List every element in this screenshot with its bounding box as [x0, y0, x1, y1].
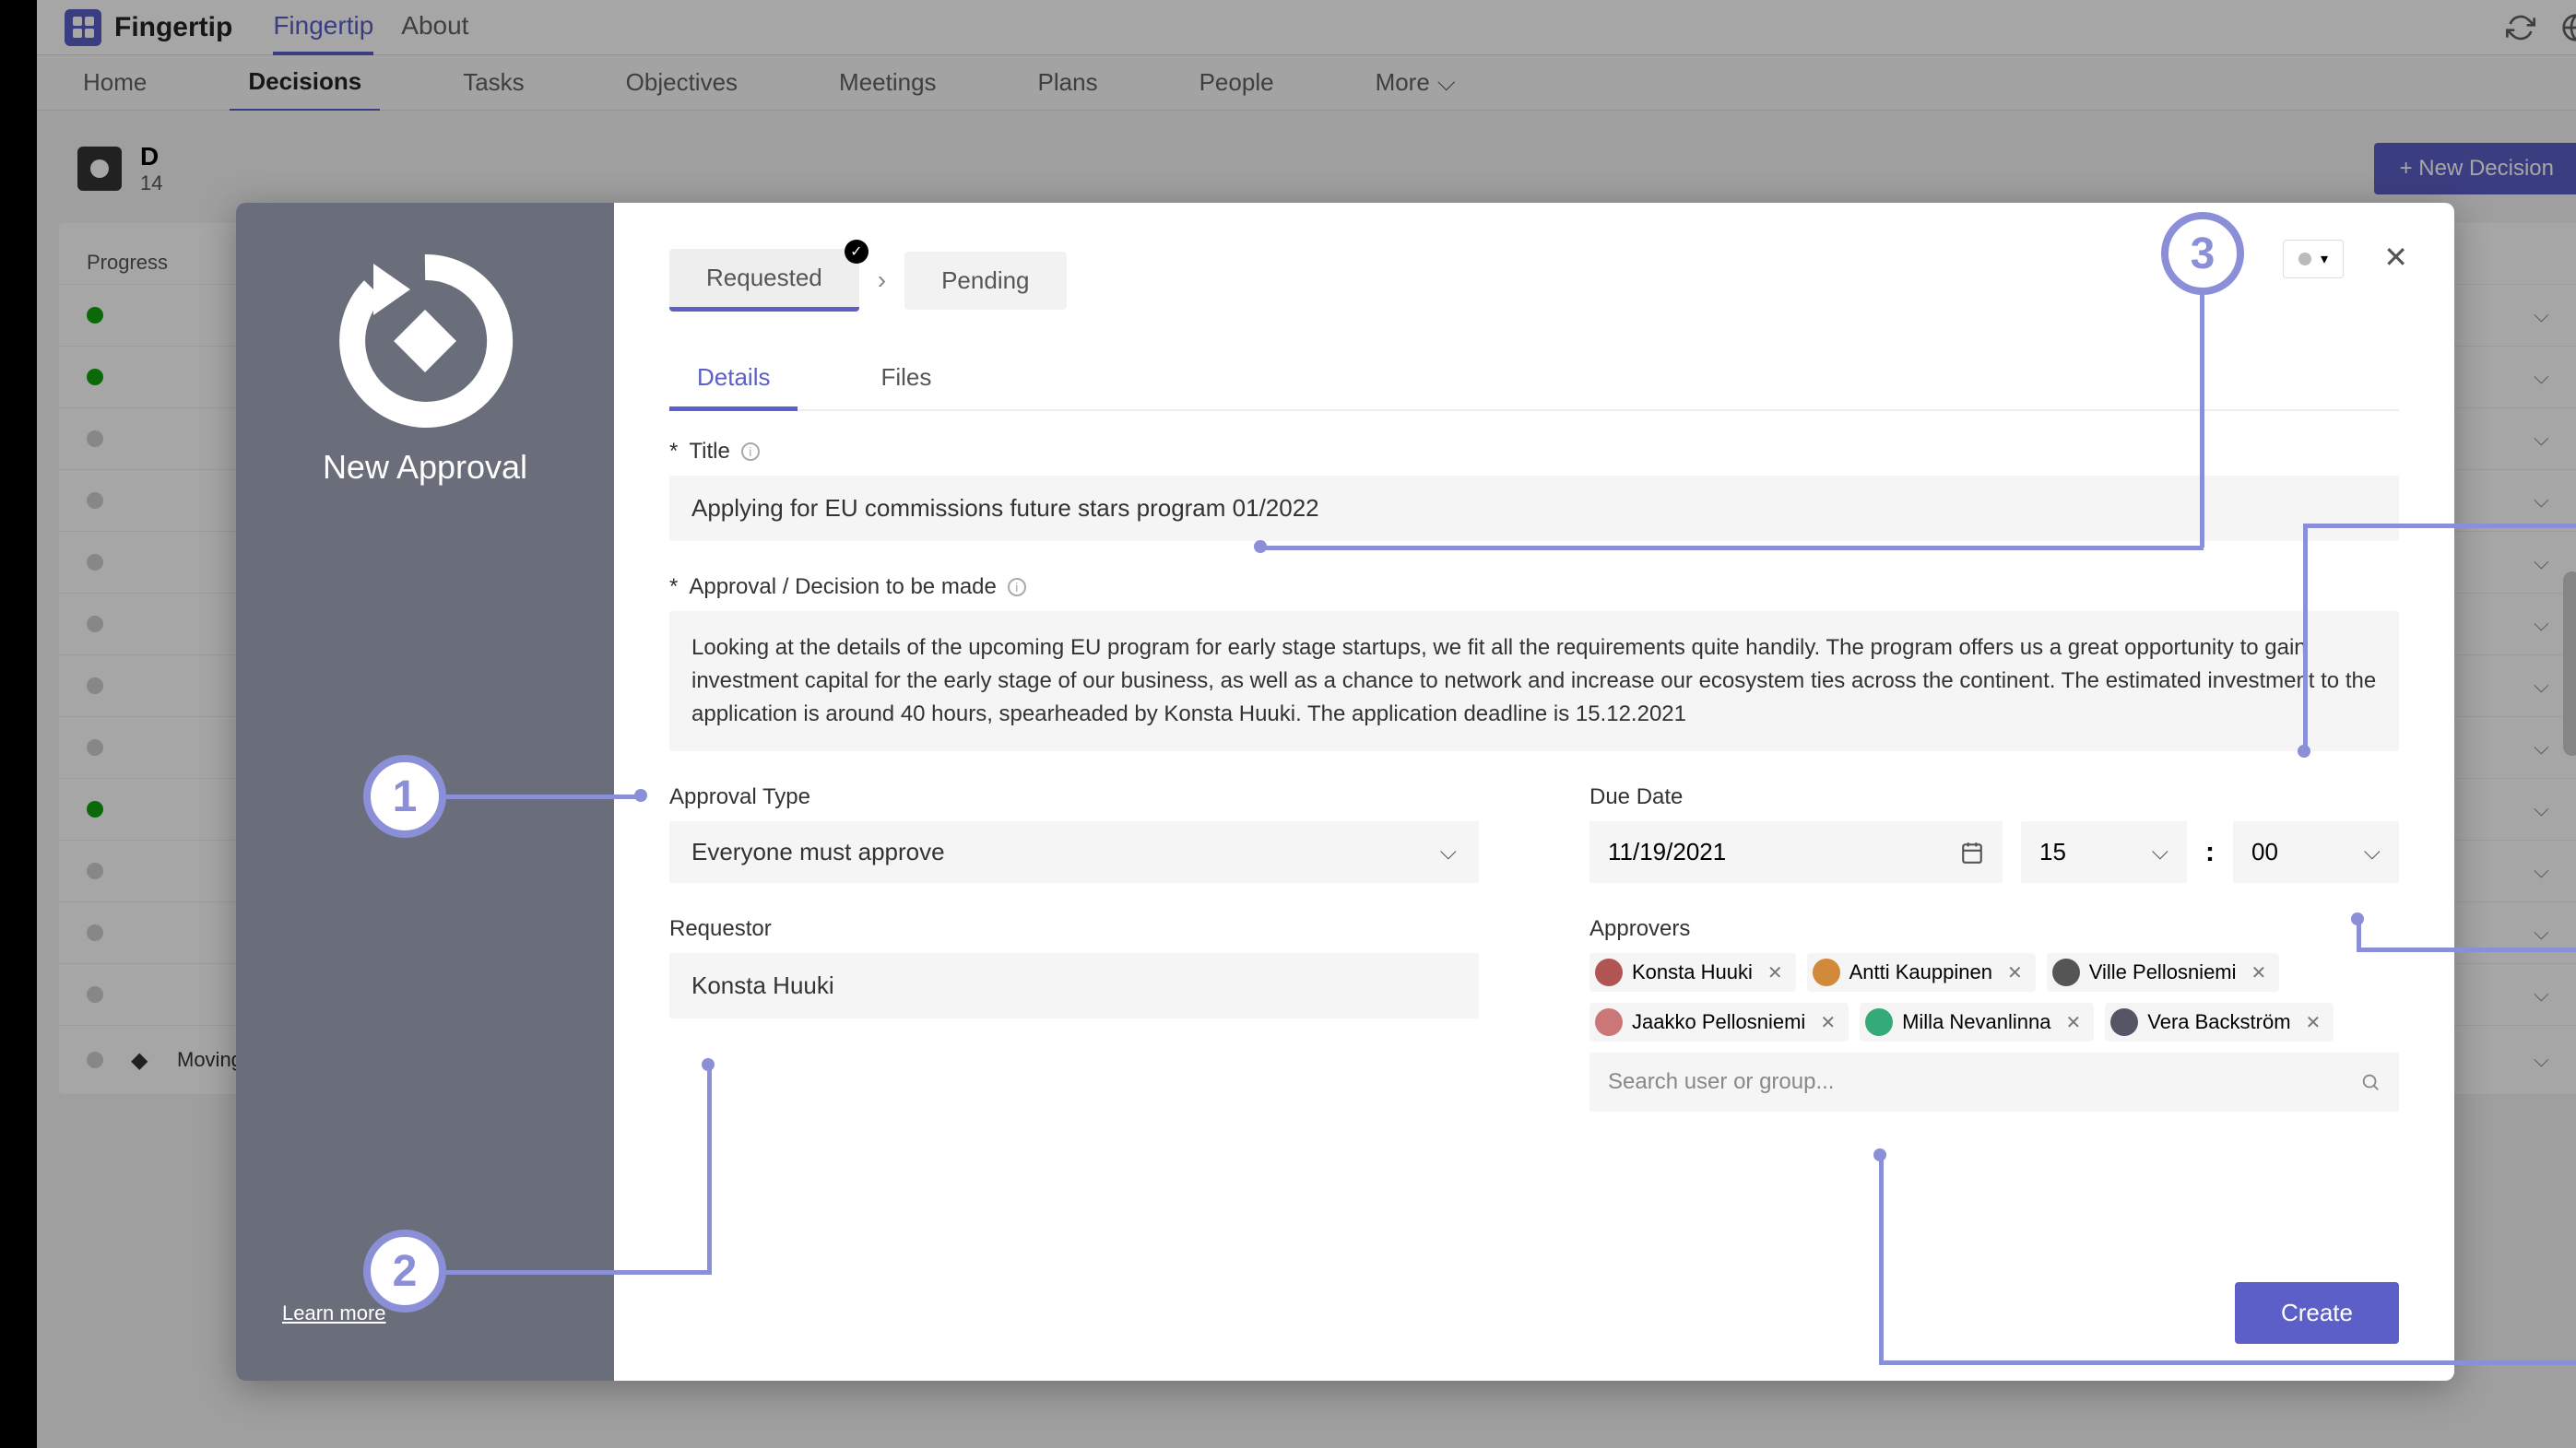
close-icon[interactable]: ✕ — [2383, 240, 2408, 275]
callout-3: 3 — [2161, 212, 2244, 295]
title-input[interactable] — [669, 476, 2399, 541]
description-textarea[interactable]: Looking at the details of the upcoming E… — [669, 611, 2399, 751]
approver-chip: Vera Backström ✕ — [2105, 1003, 2334, 1042]
approver-name: Milla Nevanlinna — [1902, 1010, 2050, 1034]
approver-chip: Antti Kauppinen ✕ — [1807, 953, 2036, 992]
approval-type-value: Everyone must approve — [691, 838, 945, 866]
approver-chip: Jaakko Pellosniemi ✕ — [1589, 1003, 1849, 1042]
search-icon — [2360, 1072, 2381, 1092]
label-title: Title — [689, 439, 729, 465]
avatar — [1595, 959, 1623, 986]
approver-name: Konsta Huuki — [1632, 960, 1753, 984]
learn-more-link[interactable]: Learn more — [282, 1301, 386, 1325]
label-approvers: Approvers — [1589, 916, 1690, 942]
status-indicator-icon — [2298, 253, 2311, 265]
time-colon: : — [2205, 837, 2215, 868]
approver-name: Ville Pellosniemi — [2089, 960, 2237, 984]
approver-chip: Milla Nevanlinna ✕ — [1860, 1003, 2094, 1042]
remove-approver-icon[interactable]: ✕ — [1820, 1011, 1836, 1034]
requestor-input[interactable] — [669, 953, 1479, 1018]
label-approval-type: Approval Type — [669, 784, 810, 810]
remove-approver-icon[interactable]: ✕ — [2251, 961, 2267, 984]
check-icon: ✓ — [845, 240, 869, 264]
approver-name: Jaakko Pellosniemi — [1632, 1010, 1805, 1034]
stage-pending[interactable]: Pending — [904, 252, 1066, 310]
avatar — [1813, 959, 1840, 986]
detail-tabs: Details Files — [669, 348, 2399, 411]
tab-files[interactable]: Files — [853, 348, 959, 409]
callout-1: 1 — [363, 755, 446, 838]
approver-name: Antti Kauppinen — [1849, 960, 1992, 984]
remove-approver-icon[interactable]: ✕ — [1767, 961, 1783, 984]
chevron-down-icon: ⌵ — [2364, 840, 2381, 865]
chevron-right-icon: › — [869, 265, 895, 295]
remove-approver-icon[interactable]: ✕ — [2066, 1011, 2082, 1034]
avatar — [2052, 959, 2080, 986]
modal-body: ✕ ▾ Requested ✓ › Pending Details Files — [614, 203, 2454, 1381]
label-description: Approval / Decision to be made — [689, 574, 997, 600]
due-hour-select[interactable]: 15 ⌵ — [2021, 821, 2187, 883]
due-min-select[interactable]: 00 ⌵ — [2233, 821, 2399, 883]
label-requestor: Requestor — [669, 916, 772, 942]
remove-approver-icon[interactable]: ✕ — [2306, 1011, 2322, 1034]
approvers-chips: Konsta Huuki ✕ Antti Kauppinen ✕ Ville P… — [1589, 953, 2399, 1042]
approval-icon — [333, 249, 517, 433]
stage-pending-label: Pending — [941, 266, 1029, 294]
tab-details[interactable]: Details — [669, 348, 798, 411]
approver-chip: Ville Pellosniemi ✕ — [2047, 953, 2280, 992]
avatar — [2110, 1008, 2138, 1036]
due-date-input[interactable]: 11/19/2021 — [1589, 821, 2003, 883]
avatar — [1865, 1008, 1893, 1036]
approver-search-input[interactable]: Search user or group... — [1589, 1053, 2399, 1112]
due-hour-value: 15 — [2039, 838, 2066, 866]
chevron-down-icon: ⌵ — [1440, 840, 1457, 865]
chevron-down-icon: ▾ — [2321, 250, 2328, 268]
stage-requested[interactable]: Requested ✓ — [669, 249, 859, 312]
approval-type-select[interactable]: Everyone must approve ⌵ — [669, 821, 1479, 883]
create-button[interactable]: Create — [2235, 1282, 2399, 1344]
label-due-date: Due Date — [1589, 784, 1683, 810]
modal-title: New Approval — [323, 448, 527, 487]
avatar — [1595, 1008, 1623, 1036]
approver-name: Vera Backström — [2147, 1010, 2290, 1034]
status-dropdown[interactable]: ▾ — [2283, 240, 2344, 278]
new-approval-modal: New Approval Learn more ✕ ▾ Requested ✓ … — [236, 203, 2454, 1381]
required-star: * — [669, 439, 678, 465]
required-star: * — [669, 574, 678, 600]
remove-approver-icon[interactable]: ✕ — [2007, 961, 2023, 984]
approver-chip: Konsta Huuki ✕ — [1589, 953, 1796, 992]
callout-2: 2 — [363, 1230, 446, 1313]
search-placeholder: Search user or group... — [1608, 1069, 1834, 1095]
calendar-icon — [1960, 841, 1984, 865]
info-icon[interactable]: i — [1008, 578, 1026, 596]
info-icon[interactable]: i — [741, 442, 760, 461]
chevron-down-icon: ⌵ — [2152, 840, 2168, 865]
stage-tabs: Requested ✓ › Pending — [669, 249, 2399, 312]
due-min-value: 00 — [2251, 838, 2278, 866]
stage-requested-label: Requested — [706, 264, 822, 291]
due-date-value: 11/19/2021 — [1608, 838, 1726, 866]
